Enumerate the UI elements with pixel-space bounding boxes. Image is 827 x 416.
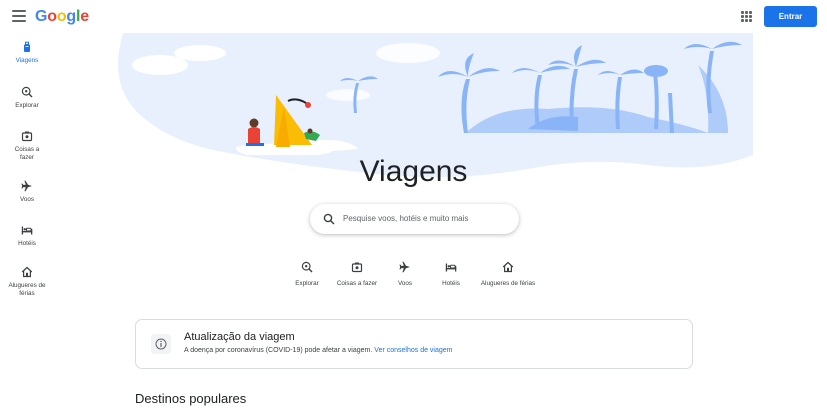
camera-icon bbox=[351, 262, 363, 273]
apps-grid-icon[interactable] bbox=[741, 11, 752, 22]
suitcase-icon bbox=[24, 41, 30, 52]
search-placeholder: Pesquise voos, hotéis e muito mais bbox=[343, 214, 469, 223]
explore-icon bbox=[301, 261, 313, 273]
google-logo[interactable]: Google bbox=[35, 8, 89, 26]
shortcut-label: Voos bbox=[397, 280, 412, 287]
search-icon bbox=[323, 213, 335, 225]
bed-icon bbox=[445, 263, 457, 272]
shortcut-explorar[interactable]: Explorar bbox=[287, 261, 327, 287]
sidebar-item-label: Hotéis bbox=[18, 240, 36, 247]
update-text: A doença por coronavírus (COVID-19) pode… bbox=[184, 347, 373, 354]
explore-icon bbox=[21, 86, 33, 98]
page-title: Viagens bbox=[359, 155, 468, 188]
search-box[interactable]: Pesquise voos, hotéis e muito mais bbox=[310, 204, 519, 234]
travel-update-card[interactable]: Atualização da viagem A doença por coron… bbox=[135, 319, 693, 369]
hamburger-menu-icon[interactable] bbox=[12, 10, 26, 22]
sidebar-item-label: Voos bbox=[19, 196, 34, 203]
popular-destinations-heading: Destinos populares bbox=[135, 391, 247, 406]
sidebar-item-label: Alugueres de férias bbox=[8, 282, 46, 297]
sidebar-item-label: Viagens bbox=[15, 57, 39, 64]
sidebar-item-label: Explorar bbox=[15, 102, 39, 109]
bed-icon bbox=[21, 226, 33, 235]
house-icon bbox=[21, 266, 33, 278]
top-bar: Google Entrar bbox=[0, 0, 827, 34]
shortcut-label: Alugueres de férias bbox=[480, 280, 536, 287]
sign-in-button[interactable]: Entrar bbox=[764, 6, 817, 27]
sidebar-item-hoteis[interactable]: Hotéis bbox=[0, 224, 54, 248]
camera-icon bbox=[21, 131, 33, 142]
house-icon bbox=[502, 261, 514, 273]
sidebar-item-explorar[interactable]: Explorar bbox=[0, 86, 54, 110]
update-title: Atualização da viagem bbox=[184, 331, 295, 343]
shortcut-alugueres-de-ferias[interactable]: Alugueres de férias bbox=[476, 261, 540, 287]
info-icon bbox=[151, 334, 171, 354]
sidebar-item-alugueres-de-ferias[interactable]: Alugueres de férias bbox=[0, 266, 54, 298]
update-description: A doença por coronavírus (COVID-19) pode… bbox=[184, 347, 453, 354]
shortcut-hoteis[interactable]: Hotéis bbox=[436, 261, 466, 287]
shortcut-label: Coisas a fazer bbox=[336, 280, 378, 287]
shortcut-label: Explorar bbox=[295, 280, 319, 287]
shortcut-label: Hotéis bbox=[442, 280, 460, 287]
sidebar-item-viagens[interactable]: Viagens bbox=[0, 41, 54, 65]
shortcut-coisas-a-fazer[interactable]: Coisas a fazer bbox=[331, 261, 383, 287]
travel-advice-link[interactable]: Ver conselhos de viagem bbox=[374, 347, 452, 354]
airplane-icon bbox=[399, 261, 410, 273]
shortcut-voos[interactable]: Voos bbox=[390, 261, 420, 287]
